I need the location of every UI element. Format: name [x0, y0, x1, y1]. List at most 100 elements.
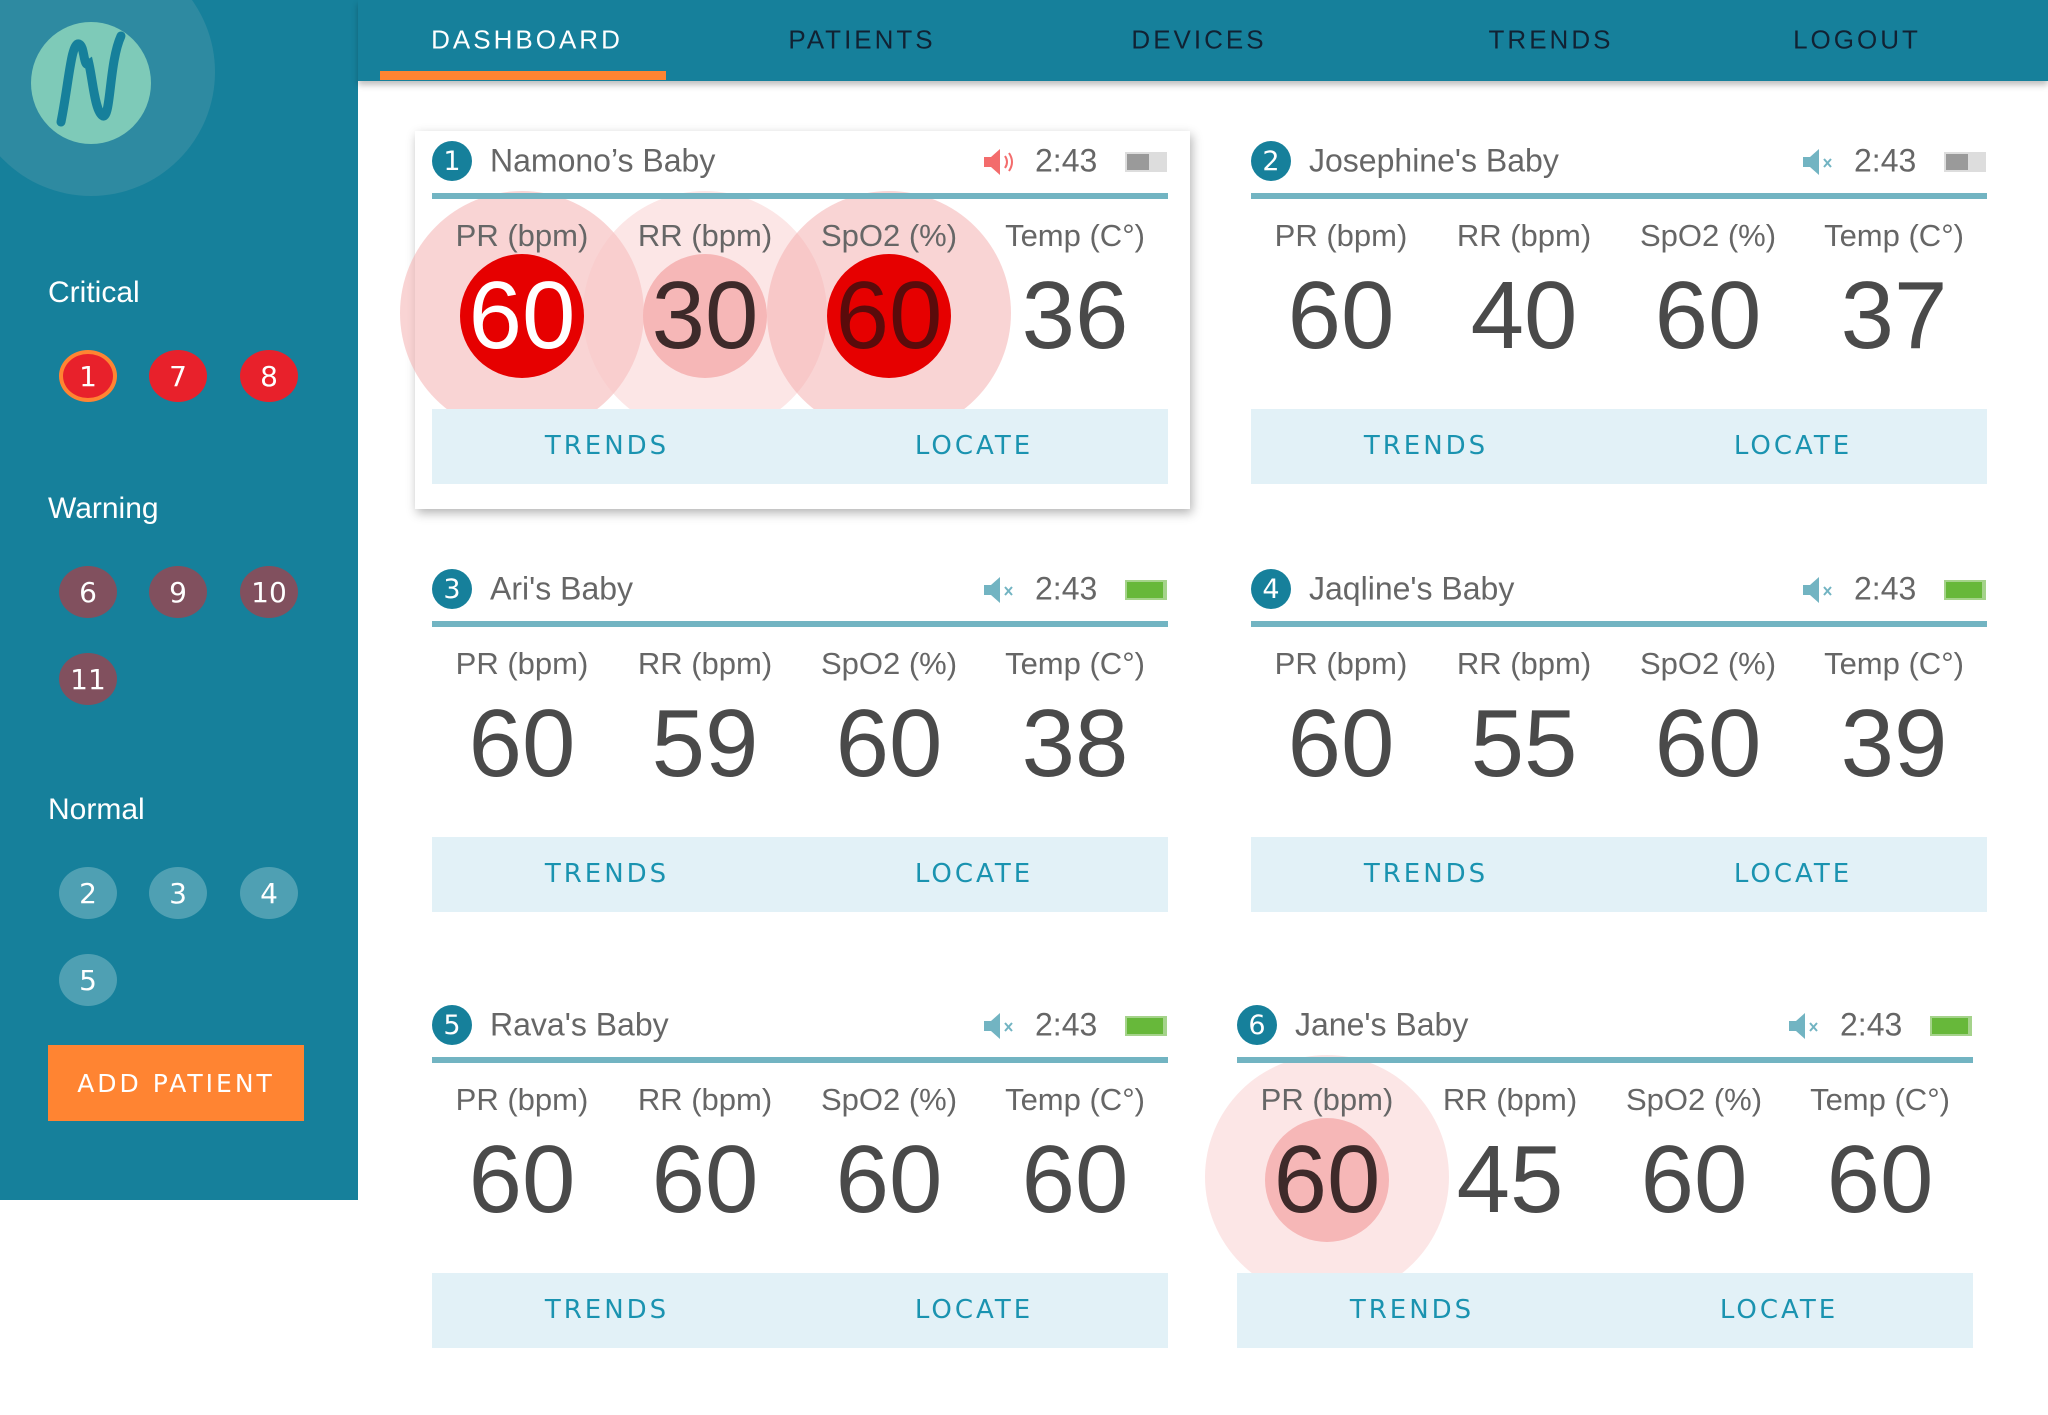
patient-name[interactable]: Josephine's Baby — [1309, 143, 1559, 180]
vital-value: 60 — [468, 1126, 576, 1233]
vital-value: 60 — [835, 262, 943, 369]
battery-level — [1946, 154, 1968, 170]
battery-level — [1127, 582, 1163, 598]
add-patient-button[interactable]: ADD PATIENT — [48, 1045, 304, 1121]
card-divider — [1237, 1057, 1973, 1063]
patient-card: 2 Josephine's Baby 2:43 PR (bpm) 60 RR (bpm) 4… — [1251, 131, 1987, 551]
trends-button[interactable]: TRENDS — [545, 431, 669, 461]
battery-level — [1932, 1018, 1968, 1034]
vital-label: PR (bpm) — [455, 646, 589, 681]
card-actions: TRENDS LOCATE — [432, 837, 1168, 912]
card-actions: TRENDS LOCATE — [432, 1273, 1168, 1348]
trends-button[interactable]: TRENDS — [1350, 1295, 1474, 1325]
trends-button[interactable]: TRENDS — [545, 1295, 669, 1325]
patient-badge-5[interactable]: 5 — [59, 954, 117, 1006]
vital-value: 39 — [1840, 690, 1948, 797]
vital-label: RR (bpm) — [1456, 218, 1592, 253]
vital-label: Temp (C°) — [1005, 218, 1145, 253]
speaker-muted-icon[interactable] — [1801, 575, 1841, 605]
speaker-muted-icon[interactable] — [1787, 1011, 1827, 1041]
vital-value: 36 — [1021, 262, 1129, 369]
patient-badge-1[interactable]: 1 — [59, 350, 117, 402]
tab-trends[interactable]: TRENDS — [1489, 25, 1614, 56]
vital-value: 45 — [1456, 1126, 1564, 1233]
vital-label: SpO2 (%) — [820, 1082, 958, 1117]
speaker-muted-icon[interactable] — [982, 575, 1022, 605]
card-divider — [432, 193, 1168, 199]
vital-label: PR (bpm) — [1274, 646, 1408, 681]
vital-value: 55 — [1470, 690, 1578, 797]
section-label-critical: Critical — [48, 276, 140, 309]
vital-value: 60 — [1021, 1126, 1129, 1233]
trends-button[interactable]: TRENDS — [1364, 859, 1488, 889]
vital-value: 60 — [835, 690, 943, 797]
battery-low-icon — [1125, 152, 1167, 172]
vital-label: Temp (C°) — [1005, 646, 1145, 681]
vital-label: RR (bpm) — [637, 646, 773, 681]
top-nav: DASHBOARD PATIENTS DEVICES TRENDS LOGOUT — [358, 0, 2048, 81]
speaker-on-icon[interactable] — [982, 147, 1022, 177]
vital-value: 40 — [1470, 262, 1578, 369]
patient-badge-4[interactable]: 4 — [240, 867, 298, 919]
vital-value: 37 — [1840, 262, 1948, 369]
card-actions: TRENDS LOCATE — [1251, 837, 1987, 912]
alarm-time: 2:43 — [1035, 142, 1098, 179]
battery-full-icon — [1125, 580, 1167, 600]
patient-name[interactable]: Jane's Baby — [1295, 1007, 1468, 1044]
vital-label: PR (bpm) — [1260, 1082, 1394, 1117]
patient-number-badge: 4 — [1251, 569, 1291, 609]
patient-badge-11[interactable]: 11 — [59, 653, 117, 705]
alarm-time: 2:43 — [1035, 570, 1098, 607]
alarm-time: 2:43 — [1035, 1006, 1098, 1043]
logo-icon[interactable] — [31, 22, 151, 144]
patient-badge-6[interactable]: 6 — [59, 566, 117, 618]
patient-name[interactable]: Rava's Baby — [490, 1007, 669, 1044]
patient-badge-2[interactable]: 2 — [59, 867, 117, 919]
locate-button[interactable]: LOCATE — [1734, 431, 1852, 461]
patient-card: 6 Jane's Baby 2:43 PR (bpm) 60 RR (bpm) 45 SpO2… — [1205, 995, 1973, 1415]
patient-badge-3[interactable]: 3 — [149, 867, 207, 919]
sidebar: Critical 1 7 8 Warning 6 9 10 11 Normal 2 3 4 5 ADD P… — [0, 0, 358, 1200]
patient-name[interactable]: Ari's Baby — [490, 571, 633, 608]
section-label-normal: Normal — [48, 793, 145, 826]
locate-button[interactable]: LOCATE — [1734, 859, 1852, 889]
vital-label: PR (bpm) — [455, 218, 589, 253]
tab-logout[interactable]: LOGOUT — [1793, 25, 1921, 56]
alarm-time: 2:43 — [1854, 570, 1917, 607]
trends-button[interactable]: TRENDS — [1364, 431, 1488, 461]
vital-value: 60 — [651, 1126, 759, 1233]
tab-dashboard[interactable]: DASHBOARD — [431, 25, 623, 56]
tab-devices[interactable]: DEVICES — [1131, 25, 1266, 56]
patient-badge-7[interactable]: 7 — [149, 350, 207, 402]
card-divider — [432, 621, 1168, 627]
vital-value: 60 — [835, 1126, 943, 1233]
battery-level — [1127, 1018, 1163, 1034]
vital-value: 60 — [1287, 262, 1395, 369]
alarm-time: 2:43 — [1840, 1006, 1903, 1043]
patient-number-badge: 3 — [432, 569, 472, 609]
vital-value: 60 — [1654, 262, 1762, 369]
patient-badge-9[interactable]: 9 — [149, 566, 207, 618]
battery-full-icon — [1930, 1016, 1972, 1036]
patient-name[interactable]: Jaqline's Baby — [1309, 571, 1514, 608]
vital-value: 60 — [1826, 1126, 1934, 1233]
vital-label: Temp (C°) — [1824, 218, 1964, 253]
patient-name[interactable]: Namono’s Baby — [490, 143, 715, 180]
trends-button[interactable]: TRENDS — [545, 859, 669, 889]
locate-button[interactable]: LOCATE — [915, 859, 1033, 889]
patient-badge-8[interactable]: 8 — [240, 350, 298, 402]
vital-label: PR (bpm) — [455, 1082, 589, 1117]
card-divider — [432, 1057, 1168, 1063]
patient-number-badge: 5 — [432, 1005, 472, 1045]
vital-label: SpO2 (%) — [820, 646, 958, 681]
locate-button[interactable]: LOCATE — [915, 431, 1033, 461]
patient-badge-10[interactable]: 10 — [240, 566, 298, 618]
locate-button[interactable]: LOCATE — [915, 1295, 1033, 1325]
battery-low-icon — [1944, 152, 1986, 172]
speaker-muted-icon[interactable] — [1801, 147, 1841, 177]
tab-patients[interactable]: PATIENTS — [788, 25, 935, 56]
speaker-muted-icon[interactable] — [982, 1011, 1022, 1041]
locate-button[interactable]: LOCATE — [1720, 1295, 1838, 1325]
battery-level — [1946, 582, 1982, 598]
vital-label: SpO2 (%) — [820, 218, 958, 253]
